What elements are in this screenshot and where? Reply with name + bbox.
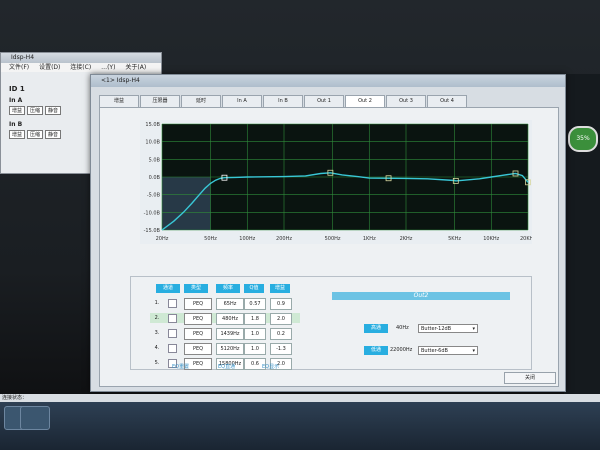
x-tick-label: 500Hz (325, 236, 341, 242)
in-a-mute-button[interactable]: 静音 (45, 106, 62, 115)
x-tick-label: 2KHz (400, 236, 413, 242)
y-tick-label: 10.0B (145, 140, 160, 146)
tab-gain[interactable]: 增益 (99, 95, 139, 107)
row-gain-input[interactable]: 2.0 (270, 313, 292, 325)
y-tick-label: 5.0B (149, 157, 161, 163)
y-tick-label: -10.0B (144, 210, 161, 216)
lowpass-label: 低通 (364, 346, 388, 355)
row-gain-input[interactable]: 0.2 (270, 328, 292, 340)
row-type-select[interactable]: PEQ (184, 343, 212, 355)
row-index: 5. (154, 360, 160, 366)
y-tick-label: -5.0B (147, 193, 161, 199)
dark-side-area (564, 74, 600, 394)
menu-connect[interactable]: 连接(C) (70, 64, 91, 71)
row-gain-input[interactable]: -1.3 (270, 343, 292, 355)
in-a-gain-button[interactable]: 增益 (9, 106, 26, 115)
x-tick-label: 50Hz (204, 236, 217, 242)
filter-shade (162, 177, 211, 230)
in-a-comp-button[interactable]: 压缩 (27, 106, 44, 115)
eq-panel: 20Hz 50Hz 100Hz 200Hz 500Hz 1KHz 2KHz 5KHz 10KHz… (99, 107, 559, 387)
menu-settings[interactable]: 设置(D) (39, 64, 60, 71)
x-tick-label: 20KHz (520, 236, 532, 242)
x-tick-label: 20Hz (156, 236, 169, 242)
tab-out-1[interactable]: Out 1 (304, 95, 344, 107)
back-window-title: Idsp-H4 (1, 53, 161, 63)
x-tick-label: 200Hz (276, 236, 292, 242)
row-freq-input[interactable]: 5120Hz (216, 343, 244, 355)
row-q-input[interactable]: 1.0 (244, 328, 266, 340)
y-tick-label: 0.0B (149, 175, 161, 181)
highpass-filter-value: Butter-12dB (421, 326, 452, 332)
highpass-label: 高通 (364, 324, 388, 333)
output-header: Out2 (332, 292, 510, 300)
taskbar (0, 402, 600, 450)
row-freq-input[interactable]: 480Hz (216, 313, 244, 325)
row-freq-input[interactable]: 1439Hz (216, 328, 244, 340)
tab-out-4[interactable]: Out 4 (427, 95, 467, 107)
row-gain-input[interactable]: 0.9 (270, 298, 292, 310)
taskbar-app-button[interactable] (20, 406, 50, 430)
row-type-select[interactable]: PEQ (184, 313, 212, 325)
col-header-channel: 通道 (156, 284, 180, 293)
tab-in-a[interactable]: In A (222, 95, 262, 107)
eq-dialog: <1> Idsp-H4 增益 压限器 延时 In A In B Out 1 Ou… (90, 74, 566, 392)
status-bar: 连接状态： (0, 394, 600, 402)
row-type-select[interactable]: PEQ (184, 298, 212, 310)
row-index: 4. (154, 345, 160, 351)
lowpass-freq[interactable]: 22000Hz (390, 346, 412, 355)
eq-response-chart[interactable]: 20Hz 50Hz 100Hz 200Hz 500Hz 1KHz 2KHz 5KHz 10KHz… (140, 120, 532, 244)
eq-reset-button[interactable]: EQ重置 (172, 363, 189, 370)
x-tick-label: 5KHz (448, 236, 461, 242)
tab-delay[interactable]: 延时 (181, 95, 221, 107)
chevron-down-icon: ▾ (472, 348, 475, 354)
row-index: 1. (154, 300, 160, 306)
row-q-input[interactable]: 1.0 (244, 343, 266, 355)
dialog-title: <1> Idsp-H4 (91, 75, 565, 87)
back-window-menu: 文件(F) 设置(D) 连接(C) …(Y) 关于(A) (1, 63, 161, 72)
row-type-select[interactable]: PEQ (184, 328, 212, 340)
x-tick-label: 1KHz (363, 236, 376, 242)
eq-bypass-button[interactable]: EQ直通 (218, 363, 235, 370)
table-row: 1. PEQ 65Hz 0.57 0.9 (150, 298, 300, 310)
highpass-filter-select[interactable]: Butter-12dB ▾ (418, 324, 478, 333)
row-enable-checkbox[interactable] (168, 314, 177, 323)
row-enable-checkbox[interactable] (168, 344, 177, 353)
row-enable-checkbox[interactable] (168, 299, 177, 308)
chevron-down-icon: ▾ (472, 326, 475, 332)
tab-bar: 增益 压限器 延时 In A In B Out 1 Out 2 Out 3 Ou… (99, 95, 468, 108)
highpass-freq[interactable]: 40Hz (396, 324, 409, 333)
row-q-input[interactable]: 0.57 (244, 298, 266, 310)
tab-in-b[interactable]: In B (263, 95, 303, 107)
row-index: 2. (154, 315, 160, 321)
in-b-mute-button[interactable]: 静音 (45, 130, 62, 139)
tab-limiter[interactable]: 压限器 (140, 95, 180, 107)
col-header-type: 类型 (184, 284, 208, 293)
x-tick-label: 10KHz (483, 236, 499, 242)
lowpass-filter-select[interactable]: Butter-6dB ▾ (418, 346, 478, 355)
row-q-input[interactable]: 1.8 (244, 313, 266, 325)
lowpass-filter-value: Butter-6dB (421, 348, 448, 354)
close-button[interactable]: 关闭 (504, 372, 556, 384)
in-b-gain-button[interactable]: 增益 (9, 130, 26, 139)
menu-about[interactable]: 关于(A) (125, 64, 146, 71)
row-index: 3. (154, 330, 160, 336)
table-row: 3. PEQ 1439Hz 1.0 0.2 (150, 328, 300, 340)
y-tick-label: 15.0B (145, 122, 160, 128)
y-tick-label: -15.0B (144, 228, 161, 234)
menu-file[interactable]: 文件(F) (9, 64, 29, 71)
table-row: 4. PEQ 5120Hz 1.0 -1.3 (150, 343, 300, 355)
row-enable-checkbox[interactable] (168, 329, 177, 338)
col-header-freq: 频率 (216, 284, 240, 293)
progress-badge: 35% (568, 126, 598, 152)
col-header-gain: 增益 (270, 284, 290, 293)
col-header-q: Q值 (244, 284, 264, 293)
table-row: 2. PEQ 480Hz 1.8 2.0 (150, 313, 300, 325)
row-freq-input[interactable]: 65Hz (216, 298, 244, 310)
in-b-comp-button[interactable]: 压缩 (27, 130, 44, 139)
eq-display-button[interactable]: EQ显示 (262, 363, 279, 370)
x-tick-label: 100Hz (239, 236, 255, 242)
menu-other[interactable]: …(Y) (101, 64, 115, 71)
tab-out-3[interactable]: Out 3 (386, 95, 426, 107)
